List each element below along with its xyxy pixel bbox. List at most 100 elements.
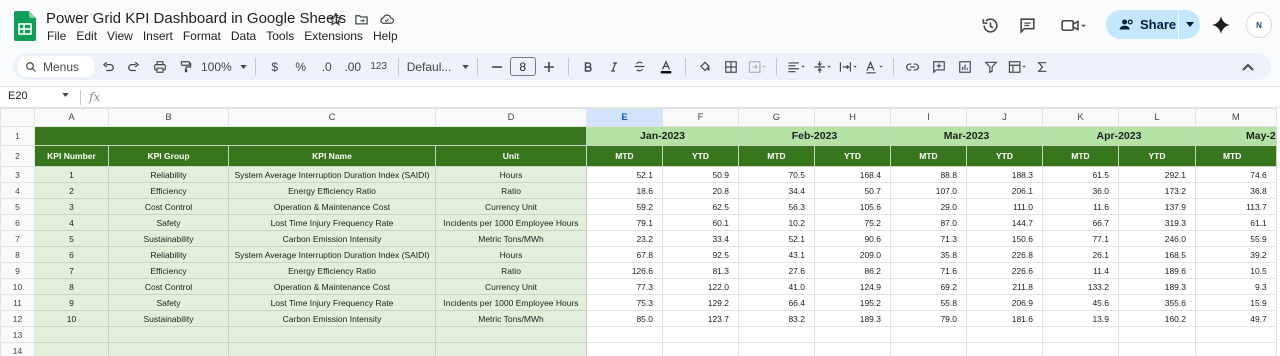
- month-header-apr[interactable]: Apr-2023: [1042, 126, 1196, 146]
- number-format-button[interactable]: 123: [368, 56, 390, 78]
- value-cell[interactable]: 66.4: [738, 294, 815, 311]
- kpi-name-cell[interactable]: Carbon Emission Intensity: [228, 310, 436, 327]
- value-cell[interactable]: 15.9: [1195, 294, 1277, 311]
- empty-cell[interactable]: [890, 326, 967, 343]
- insert-link-icon[interactable]: [902, 56, 924, 78]
- unit-cell[interactable]: Metric Tons/MWh: [435, 310, 587, 327]
- filter-views-icon[interactable]: [1006, 56, 1028, 78]
- value-cell[interactable]: 124.9: [814, 278, 891, 295]
- share-button[interactable]: Share: [1106, 10, 1200, 39]
- value-cell[interactable]: 246.0: [1118, 230, 1196, 247]
- empty-cell[interactable]: [966, 342, 1043, 356]
- header-ytd[interactable]: YTD: [1118, 145, 1196, 167]
- value-cell[interactable]: 181.6: [966, 310, 1043, 327]
- value-cell[interactable]: 45.6: [1042, 294, 1119, 311]
- kpi-number-cell[interactable]: 1: [34, 166, 109, 183]
- month-header-may[interactable]: May-2: [1195, 126, 1277, 146]
- value-cell[interactable]: 83.2: [738, 310, 815, 327]
- empty-cell[interactable]: [662, 326, 739, 343]
- value-cell[interactable]: 206.1: [966, 182, 1043, 199]
- text-rotation-icon[interactable]: [863, 56, 885, 78]
- value-cell[interactable]: 71.6: [890, 262, 967, 279]
- strikethrough-icon[interactable]: [629, 56, 651, 78]
- value-cell[interactable]: 211.8: [966, 278, 1043, 295]
- empty-cell[interactable]: [435, 326, 587, 343]
- kpi-group-cell[interactable]: Safety: [108, 294, 229, 311]
- menu-extensions[interactable]: Extensions: [304, 29, 367, 43]
- sheets-logo-icon[interactable]: [14, 11, 36, 41]
- empty-cell[interactable]: [34, 342, 109, 356]
- vertical-align-icon[interactable]: [811, 56, 833, 78]
- value-cell[interactable]: 18.6: [586, 182, 663, 199]
- value-cell[interactable]: 29.0: [890, 198, 967, 215]
- month-header-jan[interactable]: Jan-2023: [586, 126, 739, 146]
- kpi-name-cell[interactable]: Lost Time Injury Frequency Rate: [228, 214, 436, 231]
- unit-cell[interactable]: Metric Tons/MWh: [435, 230, 587, 247]
- name-box-dropdown-icon[interactable]: [62, 93, 69, 97]
- kpi-name-cell[interactable]: System Average Interruption Duration Ind…: [228, 246, 436, 263]
- empty-cell[interactable]: [662, 342, 739, 356]
- value-cell[interactable]: 206.9: [966, 294, 1043, 311]
- kpi-name-cell[interactable]: Lost Time Injury Frequency Rate: [228, 294, 436, 311]
- text-color-icon[interactable]: [655, 56, 677, 78]
- value-cell[interactable]: 86.2: [814, 262, 891, 279]
- unit-cell[interactable]: Incidents per 1000 Employee Hours: [435, 214, 587, 231]
- value-cell[interactable]: 70.5: [738, 166, 815, 183]
- insert-chart-icon[interactable]: [954, 56, 976, 78]
- unit-cell[interactable]: Hours: [435, 166, 587, 183]
- bold-icon[interactable]: [577, 56, 599, 78]
- value-cell[interactable]: 133.2: [1042, 278, 1119, 295]
- account-avatar[interactable]: N: [1246, 12, 1272, 38]
- value-cell[interactable]: 20.8: [662, 182, 739, 199]
- row-header[interactable]: 10: [0, 278, 35, 295]
- kpi-group-cell[interactable]: Reliability: [108, 166, 229, 183]
- column-header-l[interactable]: L: [1118, 108, 1196, 127]
- value-cell[interactable]: 59.2: [586, 198, 663, 215]
- kpi-group-cell[interactable]: Sustainability: [108, 230, 229, 247]
- header-mtd[interactable]: MTD: [1042, 145, 1119, 167]
- row-header-1[interactable]: 1: [0, 126, 35, 146]
- undo-icon[interactable]: [97, 56, 119, 78]
- value-cell[interactable]: 10.5: [1195, 262, 1277, 279]
- row-header[interactable]: 3: [0, 166, 35, 183]
- header-mtd[interactable]: MTD: [586, 145, 663, 167]
- print-icon[interactable]: [149, 56, 171, 78]
- row-header-2[interactable]: 2: [0, 145, 35, 167]
- value-cell[interactable]: 355.6: [1118, 294, 1196, 311]
- empty-cell[interactable]: [586, 342, 663, 356]
- header-kpi-group[interactable]: KPI Group: [108, 145, 229, 167]
- unit-cell[interactable]: Currency Unit: [435, 198, 587, 215]
- row-header[interactable]: 11: [0, 294, 35, 311]
- value-cell[interactable]: 23.2: [586, 230, 663, 247]
- unit-cell[interactable]: Ratio: [435, 262, 587, 279]
- kpi-number-cell[interactable]: 8: [34, 278, 109, 295]
- empty-cell[interactable]: [1118, 326, 1196, 343]
- value-cell[interactable]: 129.2: [662, 294, 739, 311]
- value-cell[interactable]: 195.2: [814, 294, 891, 311]
- unit-cell[interactable]: Currency Unit: [435, 278, 587, 295]
- empty-cell[interactable]: [1042, 326, 1119, 343]
- functions-icon[interactable]: [1032, 56, 1054, 78]
- value-cell[interactable]: 35.8: [890, 246, 967, 263]
- header-mtd[interactable]: MTD: [738, 145, 815, 167]
- row-header[interactable]: 14: [0, 342, 35, 356]
- move-folder-icon[interactable]: [352, 10, 370, 28]
- kpi-number-cell[interactable]: 6: [34, 246, 109, 263]
- kpi-name-cell[interactable]: Operation & Maintenance Cost: [228, 278, 436, 295]
- value-cell[interactable]: 168.4: [814, 166, 891, 183]
- column-header-k[interactable]: K: [1042, 108, 1119, 127]
- increase-decimal-button[interactable]: .00: [342, 56, 364, 78]
- name-box[interactable]: E20: [8, 90, 28, 102]
- version-history-icon[interactable]: [979, 14, 1001, 36]
- value-cell[interactable]: 150.6: [966, 230, 1043, 247]
- empty-cell[interactable]: [108, 342, 229, 356]
- empty-cell[interactable]: [1118, 342, 1196, 356]
- unit-cell[interactable]: Hours: [435, 246, 587, 263]
- value-cell[interactable]: 11.4: [1042, 262, 1119, 279]
- row-header[interactable]: 12: [0, 310, 35, 327]
- kpi-group-cell[interactable]: Efficiency: [108, 262, 229, 279]
- empty-cell[interactable]: [228, 342, 436, 356]
- value-cell[interactable]: 50.9: [662, 166, 739, 183]
- value-cell[interactable]: 319.3: [1118, 214, 1196, 231]
- menu-view[interactable]: View: [107, 29, 137, 43]
